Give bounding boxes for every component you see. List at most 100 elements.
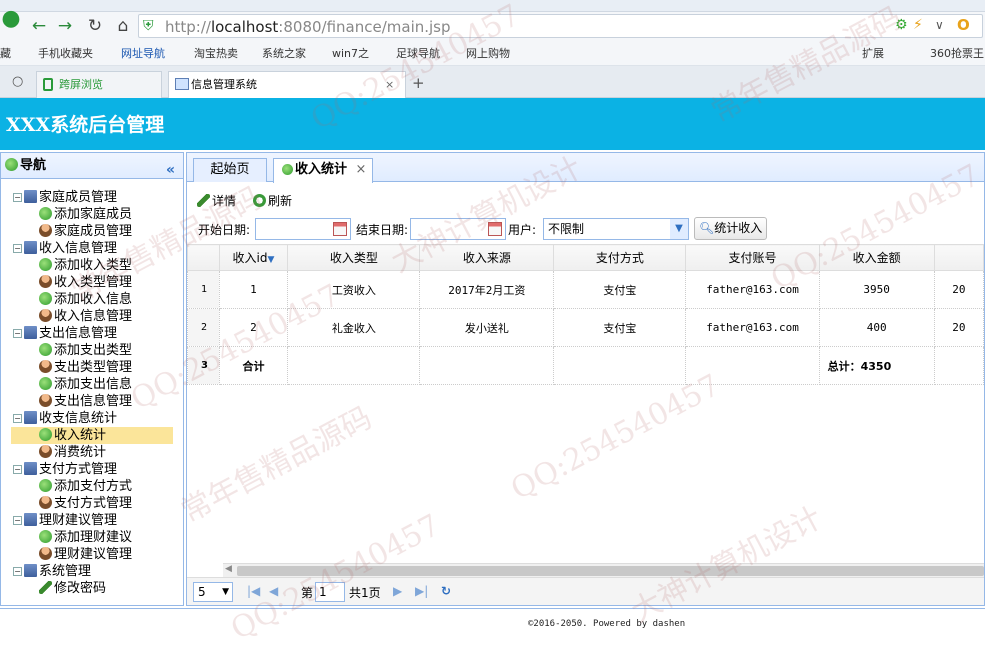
nav-item[interactable]: 消费统计: [39, 444, 106, 461]
tab-start-page[interactable]: 起始页: [193, 158, 267, 182]
nav-item[interactable]: 收入信息管理: [39, 308, 132, 325]
bookmark-collect[interactable]: 藏: [0, 45, 11, 61]
user-icon: [39, 224, 52, 237]
nav-group[interactable]: − 理财建议管理: [13, 512, 117, 529]
nav-item[interactable]: 添加支出信息: [39, 376, 132, 393]
nav-item[interactable]: 收入类型管理: [39, 274, 132, 291]
next-page-icon[interactable]: ▶: [393, 584, 402, 598]
nav-item[interactable]: 支付方式管理: [39, 495, 132, 512]
nav-item[interactable]: 理财建议管理: [39, 546, 132, 563]
table-cell: 合计: [218, 346, 289, 385]
nav-group[interactable]: − 系统管理: [13, 563, 91, 580]
end-date-input[interactable]: [410, 218, 506, 240]
bookmark-nav[interactable]: 网址导航: [121, 45, 165, 61]
column-header-income-source[interactable]: 收入来源: [419, 244, 555, 271]
column-header-income-amount[interactable]: 收入金额: [818, 244, 935, 271]
add-icon: [39, 207, 52, 220]
user-icon: [39, 445, 52, 458]
new-tab-button[interactable]: +: [412, 74, 425, 92]
address-bar[interactable]: ⛨ http://localhost:8080/finance/main.jsp…: [138, 14, 983, 38]
nav-panel: 导航 « − 家庭成员管理 添加家庭成员 家庭成员管理 − 收入信息管理 添加收入类型 收入类…: [0, 152, 184, 606]
bookmark-win7[interactable]: win7之: [332, 45, 369, 61]
expander-icon[interactable]: −: [13, 193, 22, 202]
app-footer: ©2016-2050. Powered by dashen: [0, 608, 985, 640]
collapse-icon[interactable]: «: [166, 157, 175, 183]
bookmark-360[interactable]: 360抢票王: [930, 45, 984, 61]
expander-icon[interactable]: −: [13, 414, 22, 423]
nav-group[interactable]: − 家庭成员管理: [13, 189, 117, 206]
bookmark-football[interactable]: 足球导航: [396, 45, 440, 61]
browser-tab-system[interactable]: 信息管理系统 ×: [168, 71, 406, 98]
table-cell: 总计：4350: [818, 346, 935, 385]
back-icon[interactable]: ←: [28, 15, 50, 37]
nav-item[interactable]: 添加支出类型: [39, 342, 132, 359]
page-size-select[interactable]: 5 ▼: [193, 582, 233, 602]
calendar-icon[interactable]: [333, 222, 347, 236]
page-number-input[interactable]: 1: [315, 582, 345, 602]
nav-item[interactable]: 支出类型管理: [39, 359, 132, 376]
expander-icon[interactable]: −: [13, 567, 22, 576]
close-tab-icon[interactable]: ×: [385, 72, 394, 97]
forward-icon[interactable]: →: [54, 15, 76, 37]
nav-item[interactable]: 添加家庭成员: [39, 206, 132, 223]
start-date-input[interactable]: [255, 218, 351, 240]
detail-button[interactable]: 详情: [197, 192, 236, 209]
bookmark-mobile[interactable]: 手机收藏夹: [38, 45, 93, 61]
first-page-icon[interactable]: |◀: [247, 584, 260, 598]
reload-page-icon[interactable]: ↻: [441, 584, 451, 598]
close-tab-icon[interactable]: ×: [356, 162, 367, 177]
chevron-down-icon[interactable]: ∨: [935, 18, 944, 32]
column-header-income-id[interactable]: 收入id▼: [218, 244, 289, 271]
horizontal-scrollbar[interactable]: ◀: [223, 563, 984, 577]
prev-page-icon[interactable]: ◀: [269, 584, 278, 598]
expander-icon[interactable]: −: [13, 244, 22, 253]
stat-income-button[interactable]: 🔍︎统计收入: [694, 217, 767, 240]
last-page-icon[interactable]: ▶|: [415, 584, 428, 598]
nav-item[interactable]: 添加收入信息: [39, 291, 132, 308]
speed-icon[interactable]: ⚙: [895, 17, 908, 33]
home-icon[interactable]: ⌂: [112, 15, 134, 37]
nav-item[interactable]: 支出信息管理: [39, 393, 132, 410]
table-row[interactable]: 1 1 工资收入 2017年2月工资 支付宝 father@163.com 3950 20: [187, 270, 984, 309]
bookmark-taobao[interactable]: 淘宝热卖: [194, 45, 238, 61]
scrollbar-thumb[interactable]: [237, 566, 984, 576]
refresh-button[interactable]: 刷新: [253, 192, 292, 209]
nav-item[interactable]: 添加支付方式: [39, 478, 132, 495]
nav-group[interactable]: − 支付方式管理: [13, 461, 117, 478]
table-total-row[interactable]: 3 合计 总计：4350: [187, 346, 984, 385]
bookmark-extensions[interactable]: 扩展: [862, 45, 884, 61]
search-engine-icon[interactable]: O: [957, 16, 970, 34]
expander-icon[interactable]: −: [13, 516, 22, 525]
page-prefix: 第: [301, 586, 314, 600]
nav-group[interactable]: − 收入信息管理: [13, 240, 117, 257]
nav-item[interactable]: 修改密码: [39, 580, 106, 597]
folder-icon: [24, 326, 37, 339]
nav-group[interactable]: − 收支信息统计: [13, 410, 117, 427]
chevron-down-icon[interactable]: ▼: [670, 219, 688, 239]
history-icon[interactable]: ○: [12, 74, 23, 89]
table-cell: [419, 346, 555, 385]
nav-item[interactable]: 收入统计: [11, 427, 173, 444]
nav-item[interactable]: 添加理财建议: [39, 529, 132, 546]
sort-desc-icon[interactable]: ▼: [268, 255, 275, 265]
column-header-payment-method[interactable]: 支付方式: [553, 244, 687, 271]
column-header-income-type[interactable]: 收入类型: [287, 244, 421, 271]
calendar-icon[interactable]: [488, 222, 502, 236]
bookmark-shopping[interactable]: 网上购物: [466, 45, 510, 61]
nav-item[interactable]: 添加收入类型: [39, 257, 132, 274]
tab-income-stats[interactable]: 收入统计 ×: [273, 158, 373, 183]
bookmark-system[interactable]: 系统之家: [262, 45, 306, 61]
browser-tab-crossscreen[interactable]: 跨屏浏览: [36, 71, 162, 98]
table-row[interactable]: 2 2 礼金收入 发小送礼 支付宝 father@163.com 400 20: [187, 308, 984, 347]
footer-text: ©2016-2050. Powered by dashen: [528, 619, 686, 629]
nav-item[interactable]: 家庭成员管理: [39, 223, 132, 240]
column-header-extra[interactable]: [933, 244, 984, 271]
scroll-left-icon[interactable]: ◀: [225, 564, 232, 574]
lightning-icon[interactable]: ⚡: [913, 17, 923, 33]
reload-icon[interactable]: ↻: [84, 15, 106, 37]
expander-icon[interactable]: −: [13, 329, 22, 338]
expander-icon[interactable]: −: [13, 465, 22, 474]
nav-group[interactable]: − 支出信息管理: [13, 325, 117, 342]
user-select[interactable]: 不限制 ▼: [543, 218, 689, 240]
column-header-payment-account[interactable]: 支付账号: [685, 244, 820, 271]
